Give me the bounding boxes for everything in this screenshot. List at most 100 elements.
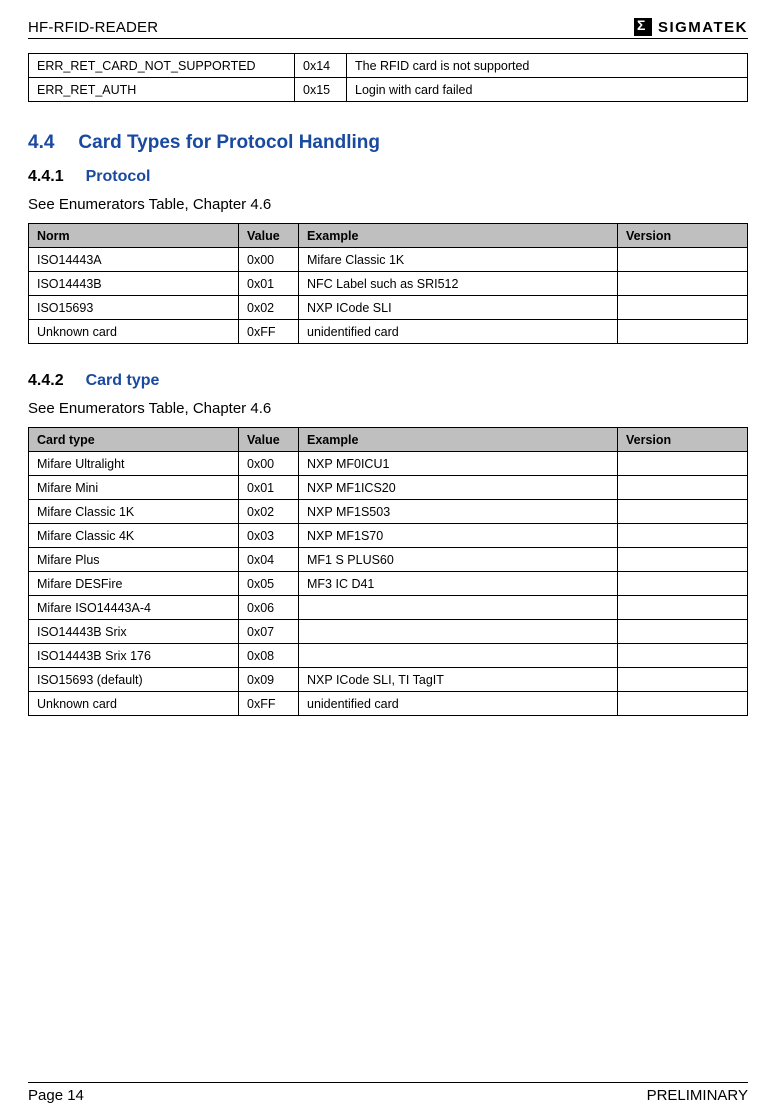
cell: NFC Label such as SRI512 [299, 272, 618, 296]
subheading-text: Protocol [86, 168, 151, 185]
th-value: Value [239, 224, 299, 248]
th-example: Example [299, 224, 618, 248]
cell [618, 476, 748, 500]
cell: ISO15693 (default) [29, 668, 239, 692]
cell: ISO15693 [29, 296, 239, 320]
page-footer: Page 14 PRELIMINARY [28, 1082, 748, 1104]
th-example: Example [299, 428, 618, 452]
err-value: 0x15 [295, 78, 347, 102]
cell: 0x01 [239, 476, 299, 500]
cell [618, 668, 748, 692]
heading-4-4: 4.4 Card Types for Protocol Handling [28, 132, 748, 154]
doc-title: HF-RFID-READER [28, 19, 158, 36]
cell [618, 248, 748, 272]
page-header: HF-RFID-READER SIGMATEK [28, 18, 748, 39]
cardtype-table: Card type Value Example Version Mifare U… [28, 427, 748, 716]
th-value: Value [239, 428, 299, 452]
subheading-text: Card type [86, 372, 160, 389]
cell [618, 272, 748, 296]
th-version: Version [618, 428, 748, 452]
table-row: ISO15693 (default)0x09NXP ICode SLI, TI … [29, 668, 748, 692]
cell: MF1 S PLUS60 [299, 548, 618, 572]
heading-text: Card Types for Protocol Handling [78, 132, 380, 153]
cell [299, 644, 618, 668]
brand-logo: SIGMATEK [634, 18, 748, 36]
cell [618, 692, 748, 716]
table-row: ISO14443B Srix0x07 [29, 620, 748, 644]
cell: Mifare Plus [29, 548, 239, 572]
subheading-num: 4.4.2 [28, 372, 64, 389]
table-row: Mifare Ultralight0x00NXP MF0ICU1 [29, 452, 748, 476]
th-version: Version [618, 224, 748, 248]
cell [618, 596, 748, 620]
cell: Mifare DESFire [29, 572, 239, 596]
cell: NXP ICode SLI, TI TagIT [299, 668, 618, 692]
err-name: ERR_RET_AUTH [29, 78, 295, 102]
th-norm: Norm [29, 224, 239, 248]
cell: ISO14443A [29, 248, 239, 272]
cell: 0x00 [239, 452, 299, 476]
table-row: ISO14443B Srix 1760x08 [29, 644, 748, 668]
cell: ISO14443B Srix 176 [29, 644, 239, 668]
cell: NXP MF0ICU1 [299, 452, 618, 476]
err-desc: Login with card failed [347, 78, 748, 102]
cell [618, 548, 748, 572]
cell: 0x02 [239, 296, 299, 320]
table-row: ISO14443B0x01NFC Label such as SRI512 [29, 272, 748, 296]
cell: 0xFF [239, 320, 299, 344]
table-header-row: Norm Value Example Version [29, 224, 748, 248]
cell: Unknown card [29, 320, 239, 344]
footer-status: PRELIMINARY [647, 1087, 748, 1104]
cell [299, 596, 618, 620]
cell: Mifare Mini [29, 476, 239, 500]
cell: 0x06 [239, 596, 299, 620]
cell: Mifare ISO14443A-4 [29, 596, 239, 620]
heading-4-4-2: 4.4.2 Card type [28, 372, 748, 390]
heading-4-4-1: 4.4.1 Protocol [28, 168, 748, 186]
cell: 0x02 [239, 500, 299, 524]
cell: NXP ICode SLI [299, 296, 618, 320]
cell [618, 296, 748, 320]
cell: Mifare Classic 1K [29, 500, 239, 524]
cell [618, 320, 748, 344]
heading-num: 4.4 [28, 132, 54, 153]
cell: ISO14443B [29, 272, 239, 296]
cell [618, 572, 748, 596]
th-cardtype: Card type [29, 428, 239, 452]
brand-text: SIGMATEK [658, 19, 748, 36]
table-header-row: Card type Value Example Version [29, 428, 748, 452]
table-row: Mifare Classic 1K0x02NXP MF1S503 [29, 500, 748, 524]
cell [299, 620, 618, 644]
table-row: ERR_RET_CARD_NOT_SUPPORTED 0x14 The RFID… [29, 54, 748, 78]
table-row: Mifare DESFire0x05MF3 IC D41 [29, 572, 748, 596]
table-row: ERR_RET_AUTH 0x15 Login with card failed [29, 78, 748, 102]
cell: 0x03 [239, 524, 299, 548]
cell [618, 500, 748, 524]
cell: 0xFF [239, 692, 299, 716]
table-row: ISO14443A0x00Mifare Classic 1K [29, 248, 748, 272]
table-row: Mifare Mini0x01NXP MF1ICS20 [29, 476, 748, 500]
table-row: ISO156930x02NXP ICode SLI [29, 296, 748, 320]
cell: Unknown card [29, 692, 239, 716]
cell: Mifare Classic 4K [29, 524, 239, 548]
table-row: Mifare Plus0x04MF1 S PLUS60 [29, 548, 748, 572]
sigma-icon [634, 18, 652, 36]
protocol-table: Norm Value Example Version ISO14443A0x00… [28, 223, 748, 344]
err-name: ERR_RET_CARD_NOT_SUPPORTED [29, 54, 295, 78]
cell: NXP MF1S70 [299, 524, 618, 548]
cell: 0x07 [239, 620, 299, 644]
table-row: Mifare ISO14443A-40x06 [29, 596, 748, 620]
cell: 0x01 [239, 272, 299, 296]
cell: unidentified card [299, 692, 618, 716]
subheading-num: 4.4.1 [28, 168, 64, 185]
cell: NXP MF1ICS20 [299, 476, 618, 500]
cell: Mifare Classic 1K [299, 248, 618, 272]
table-row: Unknown card0xFFunidentified card [29, 692, 748, 716]
page-number: Page 14 [28, 1087, 84, 1104]
err-desc: The RFID card is not supported [347, 54, 748, 78]
cell [618, 452, 748, 476]
paragraph: See Enumerators Table, Chapter 4.6 [28, 400, 748, 417]
cell [618, 644, 748, 668]
paragraph: See Enumerators Table, Chapter 4.6 [28, 196, 748, 213]
err-value: 0x14 [295, 54, 347, 78]
